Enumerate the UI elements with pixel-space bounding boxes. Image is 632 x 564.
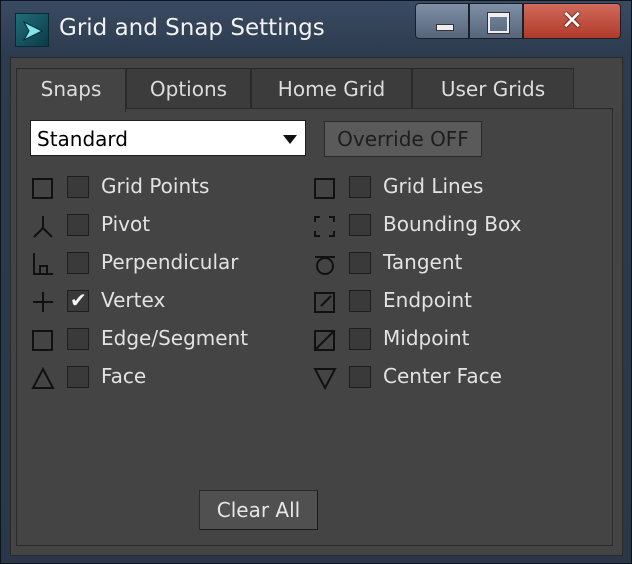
snap-label: Face <box>101 364 147 388</box>
check-mark-icon: ✔ <box>70 288 87 312</box>
dialog-body: Snaps Options Home Grid User Grids Stand… <box>10 57 623 556</box>
checkbox[interactable]: ✔ <box>67 288 89 312</box>
snap-set-value: Standard <box>37 127 128 151</box>
tab-user-grids[interactable]: User Grids <box>412 68 574 110</box>
snap-label: Edge/Segment <box>101 326 249 350</box>
edge-segment-icon <box>32 330 53 351</box>
minimize-icon <box>436 24 454 31</box>
center-face-icon <box>313 368 337 391</box>
snap-label: Grid Lines <box>383 174 484 198</box>
grid-lines-icon <box>314 178 335 199</box>
chevron-down-icon <box>283 135 297 144</box>
snap-label: Midpoint <box>383 326 470 350</box>
perpendicular-icon <box>33 253 53 275</box>
snap-label: Endpoint <box>383 288 473 312</box>
checkbox[interactable] <box>349 214 371 236</box>
tab-options[interactable]: Options <box>126 68 251 110</box>
checkbox[interactable] <box>67 328 89 350</box>
maximize-button[interactable] <box>469 3 523 39</box>
snap-set-dropdown[interactable]: Standard <box>30 120 306 156</box>
checkbox[interactable] <box>349 290 371 312</box>
checkbox[interactable] <box>67 252 89 274</box>
checkbox[interactable] <box>349 328 371 350</box>
endpoint-icon <box>314 292 335 313</box>
override-button[interactable]: Override OFF <box>324 121 482 157</box>
tangent-icon <box>315 256 335 275</box>
midpoint-icon <box>314 330 335 351</box>
snap-label: Grid Points <box>101 174 210 198</box>
app-logo-icon <box>15 13 49 47</box>
clear-all-button[interactable]: Clear All <box>199 490 318 530</box>
checkbox[interactable] <box>349 176 371 198</box>
vertex-icon <box>33 292 53 312</box>
snap-label: Pivot <box>101 212 151 236</box>
bounding-box-icon <box>314 216 335 237</box>
snap-label: Tangent <box>383 250 463 274</box>
tab-home-grid[interactable]: Home Grid <box>251 68 412 110</box>
checkbox[interactable] <box>67 176 89 198</box>
minimize-button[interactable] <box>415 3 469 39</box>
checkbox[interactable] <box>349 366 371 388</box>
face-icon <box>31 366 55 389</box>
close-button[interactable]: ✕ <box>523 3 621 39</box>
pivot-icon <box>33 216 53 238</box>
grid-points-icon <box>32 178 53 199</box>
snap-label: Perpendicular <box>101 250 239 274</box>
checkbox[interactable] <box>67 214 89 236</box>
title-bar[interactable]: Grid and Snap Settings ✕ <box>1 1 631 57</box>
snap-label: Center Face <box>383 364 502 388</box>
grid-snap-settings-window: Grid and Snap Settings ✕ Snaps Options H… <box>0 0 632 564</box>
tab-snaps[interactable]: Snaps <box>16 68 126 112</box>
window-title: Grid and Snap Settings <box>59 15 325 41</box>
checkbox[interactable] <box>349 252 371 274</box>
snap-label: Vertex <box>101 288 166 312</box>
close-icon: ✕ <box>561 6 583 36</box>
tab-bar: Snaps Options Home Grid User Grids <box>16 68 616 112</box>
checkbox[interactable] <box>67 366 89 388</box>
snap-label: Bounding Box <box>383 212 522 236</box>
maximize-icon <box>487 12 510 34</box>
